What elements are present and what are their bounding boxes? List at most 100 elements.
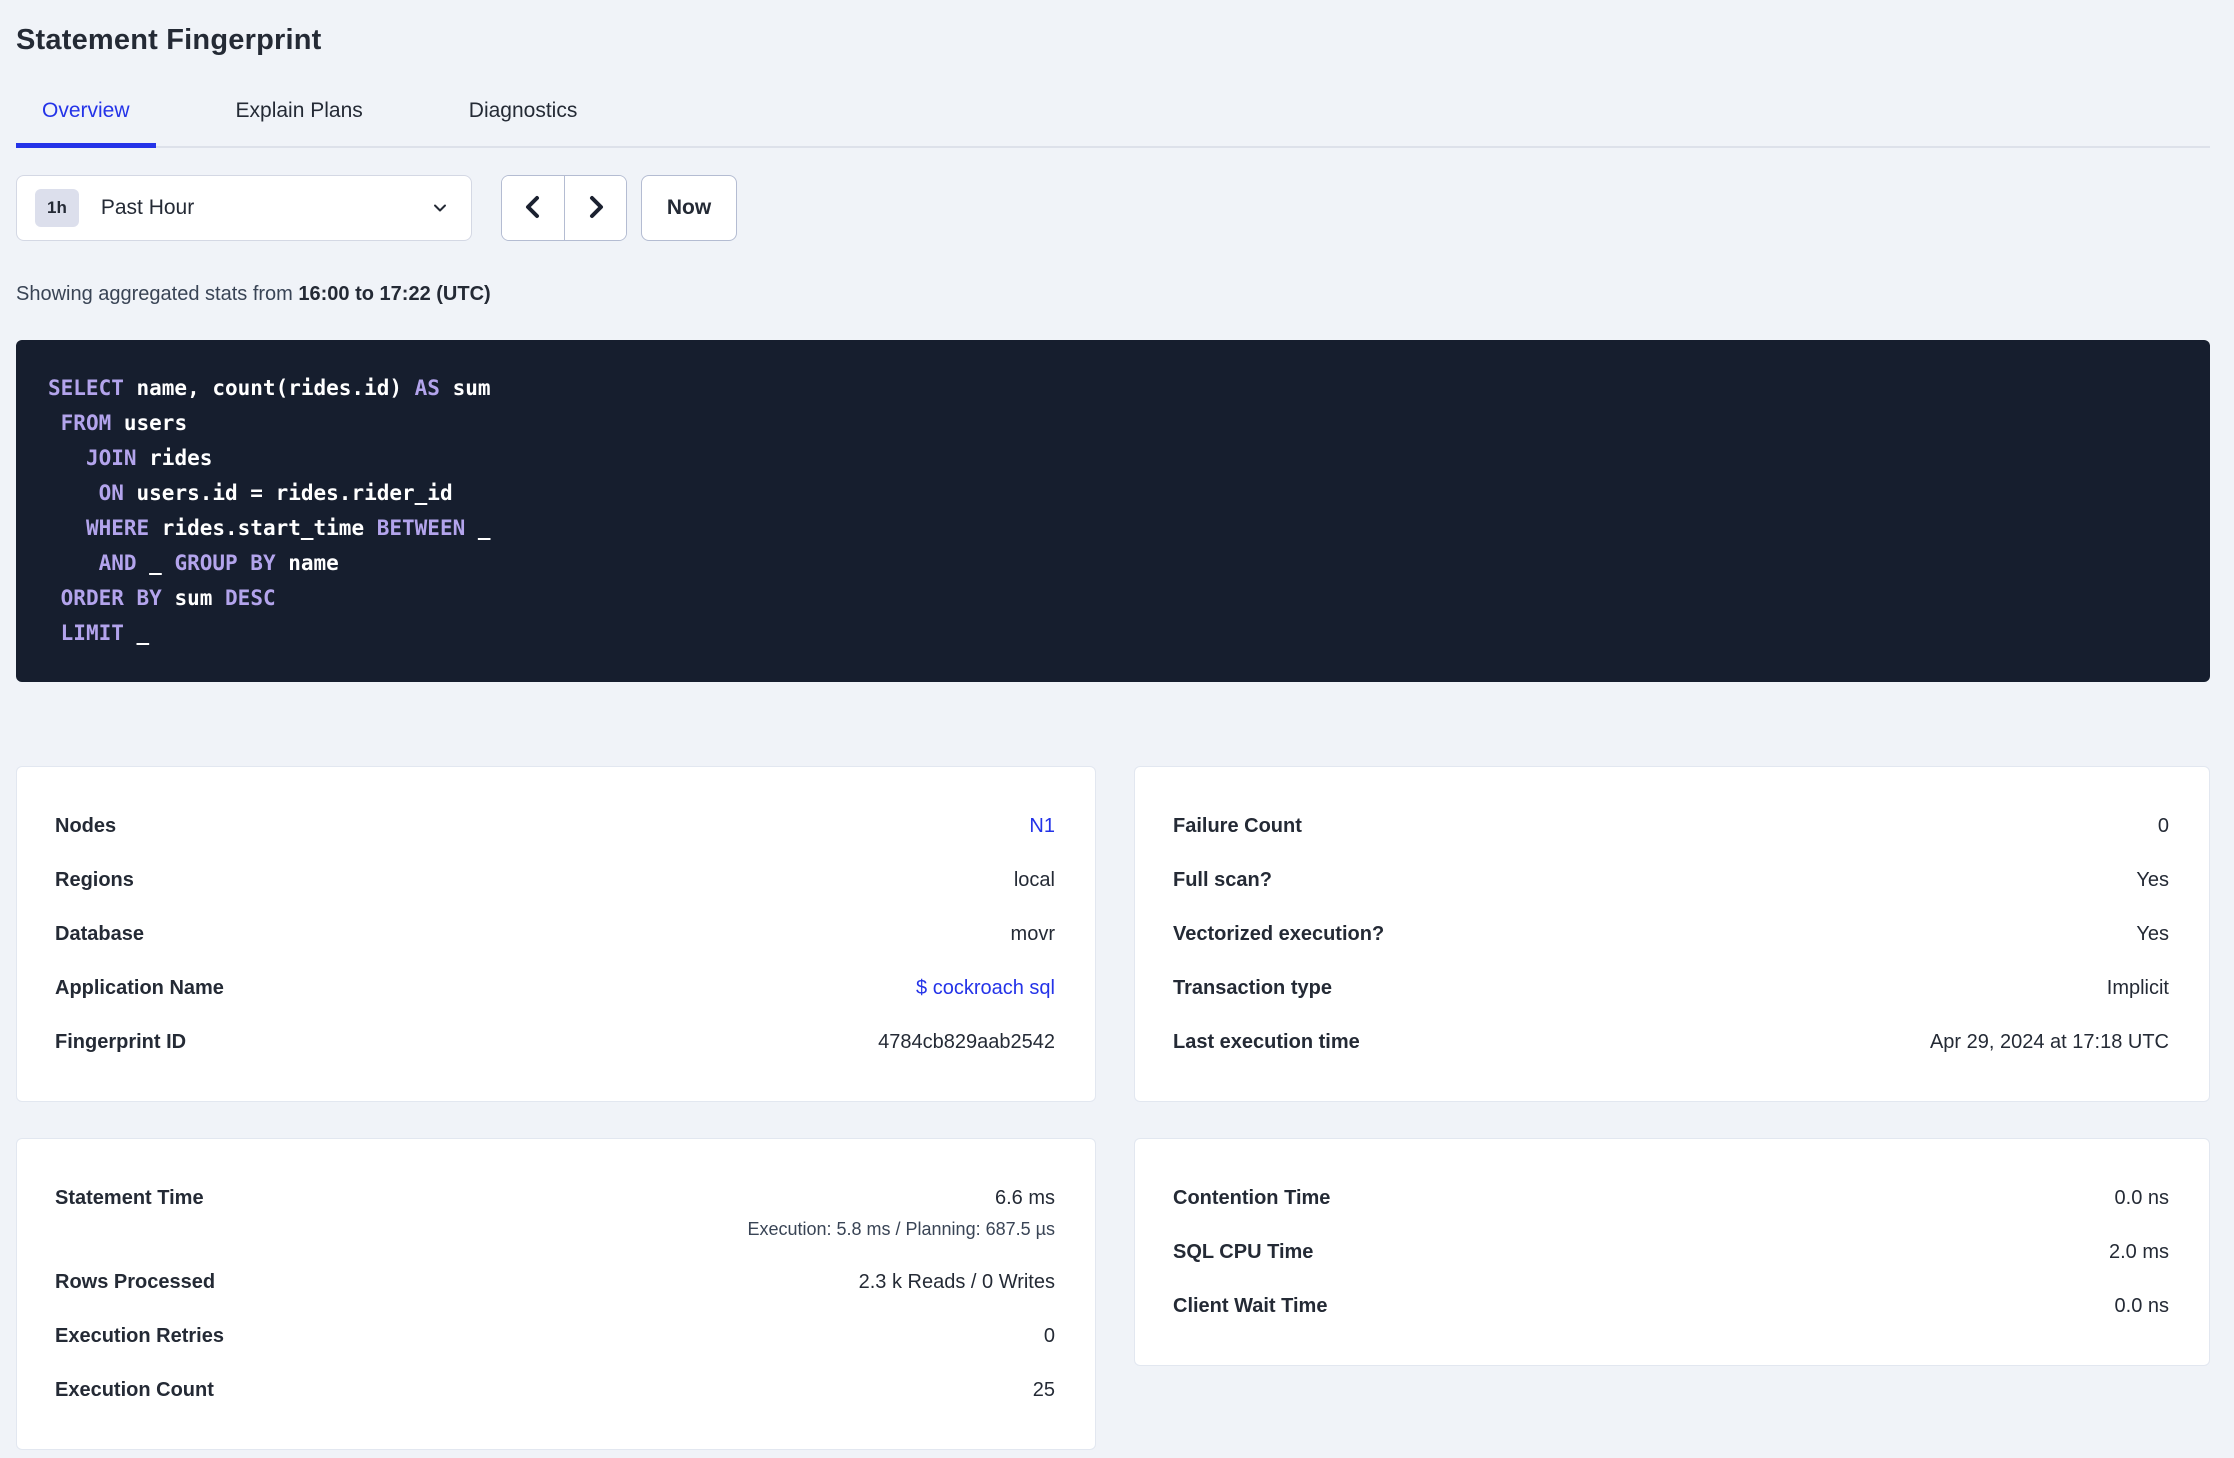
sql-text: _ [123, 621, 150, 645]
tab-diagnostics[interactable]: Diagnostics [443, 99, 604, 148]
sql-line: LIMIT _ [48, 616, 2178, 651]
page-title: Statement Fingerprint [16, 24, 322, 56]
stat-row-regions: Regions local [55, 867, 1055, 893]
stat-label: Application Name [55, 977, 224, 999]
sql-text: users [111, 411, 188, 435]
stat-value: Yes [2136, 923, 2169, 945]
stat-row-contention-time: Contention Time 0.0 ns [1173, 1185, 2169, 1211]
now-button[interactable]: Now [641, 175, 737, 241]
stat-row-nodes: Nodes N1 [55, 813, 1055, 839]
stat-value: movr [1010, 923, 1055, 945]
stat-value-link[interactable]: $ cockroach sql [916, 975, 1055, 1001]
sql-line: ON users.id = rides.rider_id [48, 476, 2178, 511]
stat-label: Nodes [55, 815, 117, 837]
stat-value: Yes [2136, 869, 2169, 891]
stat-value: Apr 29, 2024 at 17:18 UTC [1929, 1031, 2169, 1053]
stat-label: Execution Retries [55, 1325, 224, 1347]
stat-label: Rows Processed [55, 1271, 216, 1293]
sql-keyword: AND [98, 551, 137, 575]
sql-keyword: AS [414, 376, 440, 400]
stat-row-application-name: Application Name $ cockroach sql [55, 975, 1055, 1001]
card-timing-right: Contention Time 0.0 ns SQL CPU Time 2.0 ms C… [1134, 1138, 2210, 1366]
aggregation-summary-range: 16:00 to 17:22 (UTC) [298, 283, 491, 305]
sql-text: rides.start_time [149, 516, 377, 540]
aggregation-summary: Showing aggregated stats from 16:00 to 1… [16, 283, 2210, 306]
sql-keyword: FROM [60, 411, 112, 435]
time-pager [501, 175, 627, 241]
time-interval-select[interactable]: 1h Past Hour [16, 175, 472, 241]
chevron-left-icon [520, 192, 546, 225]
stat-row-transaction-type: Transaction type Implicit [1173, 975, 2169, 1001]
stat-value: 0 [1043, 1325, 1055, 1347]
sql-line: JOIN rides [48, 441, 2178, 476]
stat-value: 0.0 ns [2114, 1187, 2169, 1209]
prev-interval-button[interactable] [502, 176, 564, 240]
stat-row-rows-processed: Rows Processed 2.3 k Reads / 0 Writes [55, 1269, 1055, 1295]
stat-row-statement-time: Statement Time 6.6 ms Execution: 5.8 ms / … [55, 1185, 1055, 1241]
sql-line: AND _ GROUP BY name [48, 546, 2178, 581]
stat-label: Database [55, 923, 144, 945]
stat-value: 0 [2157, 815, 2169, 837]
stat-value: 0.0 ns [2114, 1295, 2169, 1317]
card-overview-left: Nodes N1 Regions local Database movr Applicati… [16, 766, 1096, 1102]
stat-label: Vectorized execution? [1173, 923, 1385, 945]
sql-text: sum [439, 376, 491, 400]
tab-overview[interactable]: Overview [16, 99, 156, 148]
stat-label: SQL CPU Time [1173, 1241, 1314, 1263]
stat-label: Last execution time [1173, 1031, 1360, 1053]
statement-fingerprint-page: Statement Fingerprint Overview Explain Pl… [0, 0, 2234, 1450]
stat-label: Contention Time [1173, 1187, 1331, 1209]
stat-value: Implicit [2106, 977, 2169, 999]
stat-label: Client Wait Time [1173, 1295, 1328, 1317]
sql-keyword: ORDER BY [60, 586, 162, 610]
sql-keyword: LIMIT [60, 621, 124, 645]
tab-bar: Overview Explain Plans Diagnostics [16, 99, 2210, 148]
stat-label: Execution Count [55, 1379, 214, 1401]
stat-value: 6.6 ms [994, 1187, 1055, 1209]
stat-row-last-execution-time: Last execution time Apr 29, 2024 at 17:18… [1173, 1029, 2169, 1055]
stat-value: local [1013, 869, 1055, 891]
stat-value-link[interactable]: N1 [1029, 813, 1055, 839]
sql-text: rides [136, 446, 213, 470]
sql-text: _ [136, 551, 175, 575]
stat-row-failure-count: Failure Count 0 [1173, 813, 2169, 839]
timing-cards-row: Statement Time 6.6 ms Execution: 5.8 ms / … [16, 1138, 2210, 1450]
sql-keyword: WHERE [85, 516, 150, 540]
stat-row-full-scan: Full scan? Yes [1173, 867, 2169, 893]
overview-cards-row: Nodes N1 Regions local Database movr Applicati… [16, 766, 2210, 1102]
interval-badge: 1h [35, 189, 79, 227]
next-interval-button[interactable] [564, 176, 626, 240]
stat-value: 2.0 ms [2108, 1241, 2169, 1263]
tab-explain-plans[interactable]: Explain Plans [210, 99, 389, 148]
stat-value: 4784cb829aab2542 [878, 1031, 1055, 1053]
stat-label: Transaction type [1173, 977, 1332, 999]
sql-text: users.id = rides.rider_id [123, 481, 453, 505]
chevron-right-icon [583, 192, 609, 225]
stat-value-stack: 6.6 ms Execution: 5.8 ms / Planning: 687.… [747, 1185, 1055, 1241]
sql-keyword: ON [98, 481, 124, 505]
sql-keyword: JOIN [85, 446, 137, 470]
stat-label: Regions [55, 869, 134, 891]
stat-value: 25 [1032, 1379, 1055, 1401]
stat-value: 2.3 k Reads / 0 Writes [858, 1271, 1055, 1293]
interval-label: Past Hour [100, 196, 195, 219]
stat-label: Full scan? [1173, 869, 1272, 891]
stat-label: Fingerprint ID [55, 1031, 187, 1053]
sql-line: WHERE rides.start_time BETWEEN _ [48, 511, 2178, 546]
sql-statement-box: SELECT name, count(rides.id) AS sum FROM… [16, 340, 2210, 682]
stat-subvalue: Execution: 5.8 ms / Planning: 687.5 µs [747, 1219, 1055, 1239]
sql-text: sum [161, 586, 226, 610]
sql-text: _ [465, 516, 491, 540]
sql-keyword: GROUP BY [174, 551, 276, 575]
sql-text: name [275, 551, 339, 575]
sql-line: SELECT name, count(rides.id) AS sum [48, 371, 2178, 406]
chevron-down-icon [431, 199, 449, 217]
stat-row-database: Database movr [55, 921, 1055, 947]
